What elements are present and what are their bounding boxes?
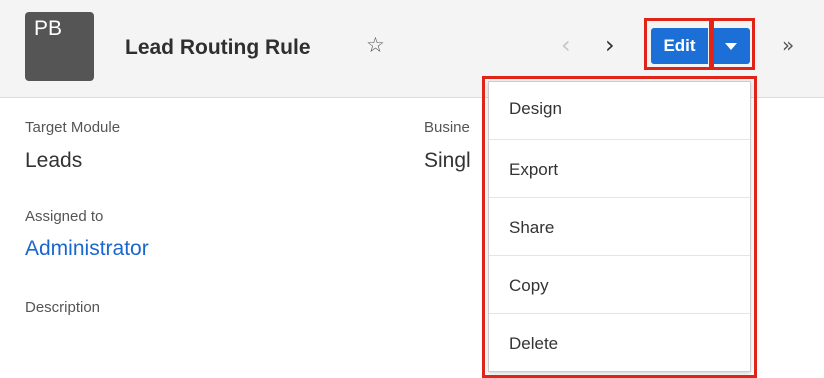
field-label-target-module: Target Module [25, 119, 121, 136]
assigned-user-link[interactable]: Administrator [25, 237, 149, 261]
actions-dropdown-toggle[interactable] [712, 28, 750, 64]
menu-item-copy[interactable]: Copy [489, 256, 750, 314]
field-value-business: Singl [424, 149, 471, 172]
field-value-target-module: Leads [25, 149, 83, 172]
expand-panel-icon[interactable]: » [782, 33, 794, 57]
caret-down-icon [725, 42, 737, 50]
previous-record-icon[interactable]: ‹ [561, 31, 571, 59]
menu-item-export[interactable]: Export [489, 140, 750, 198]
field-label-business: Busine [424, 119, 470, 136]
record-title: Lead Routing Rule [125, 36, 311, 59]
menu-item-share[interactable]: Share [489, 198, 750, 256]
module-avatar: PB [25, 12, 94, 81]
next-record-icon[interactable]: › [605, 31, 615, 59]
field-label-description: Description [25, 299, 101, 316]
field-label-assigned-to: Assigned to [25, 208, 104, 225]
menu-item-delete[interactable]: Delete [489, 314, 750, 372]
favorite-star-icon[interactable]: ☆ [366, 33, 385, 58]
edit-button[interactable]: Edit [651, 28, 708, 64]
actions-dropdown-menu: Design Export Share Copy Delete [488, 81, 751, 372]
menu-item-design[interactable]: Design [489, 82, 750, 140]
